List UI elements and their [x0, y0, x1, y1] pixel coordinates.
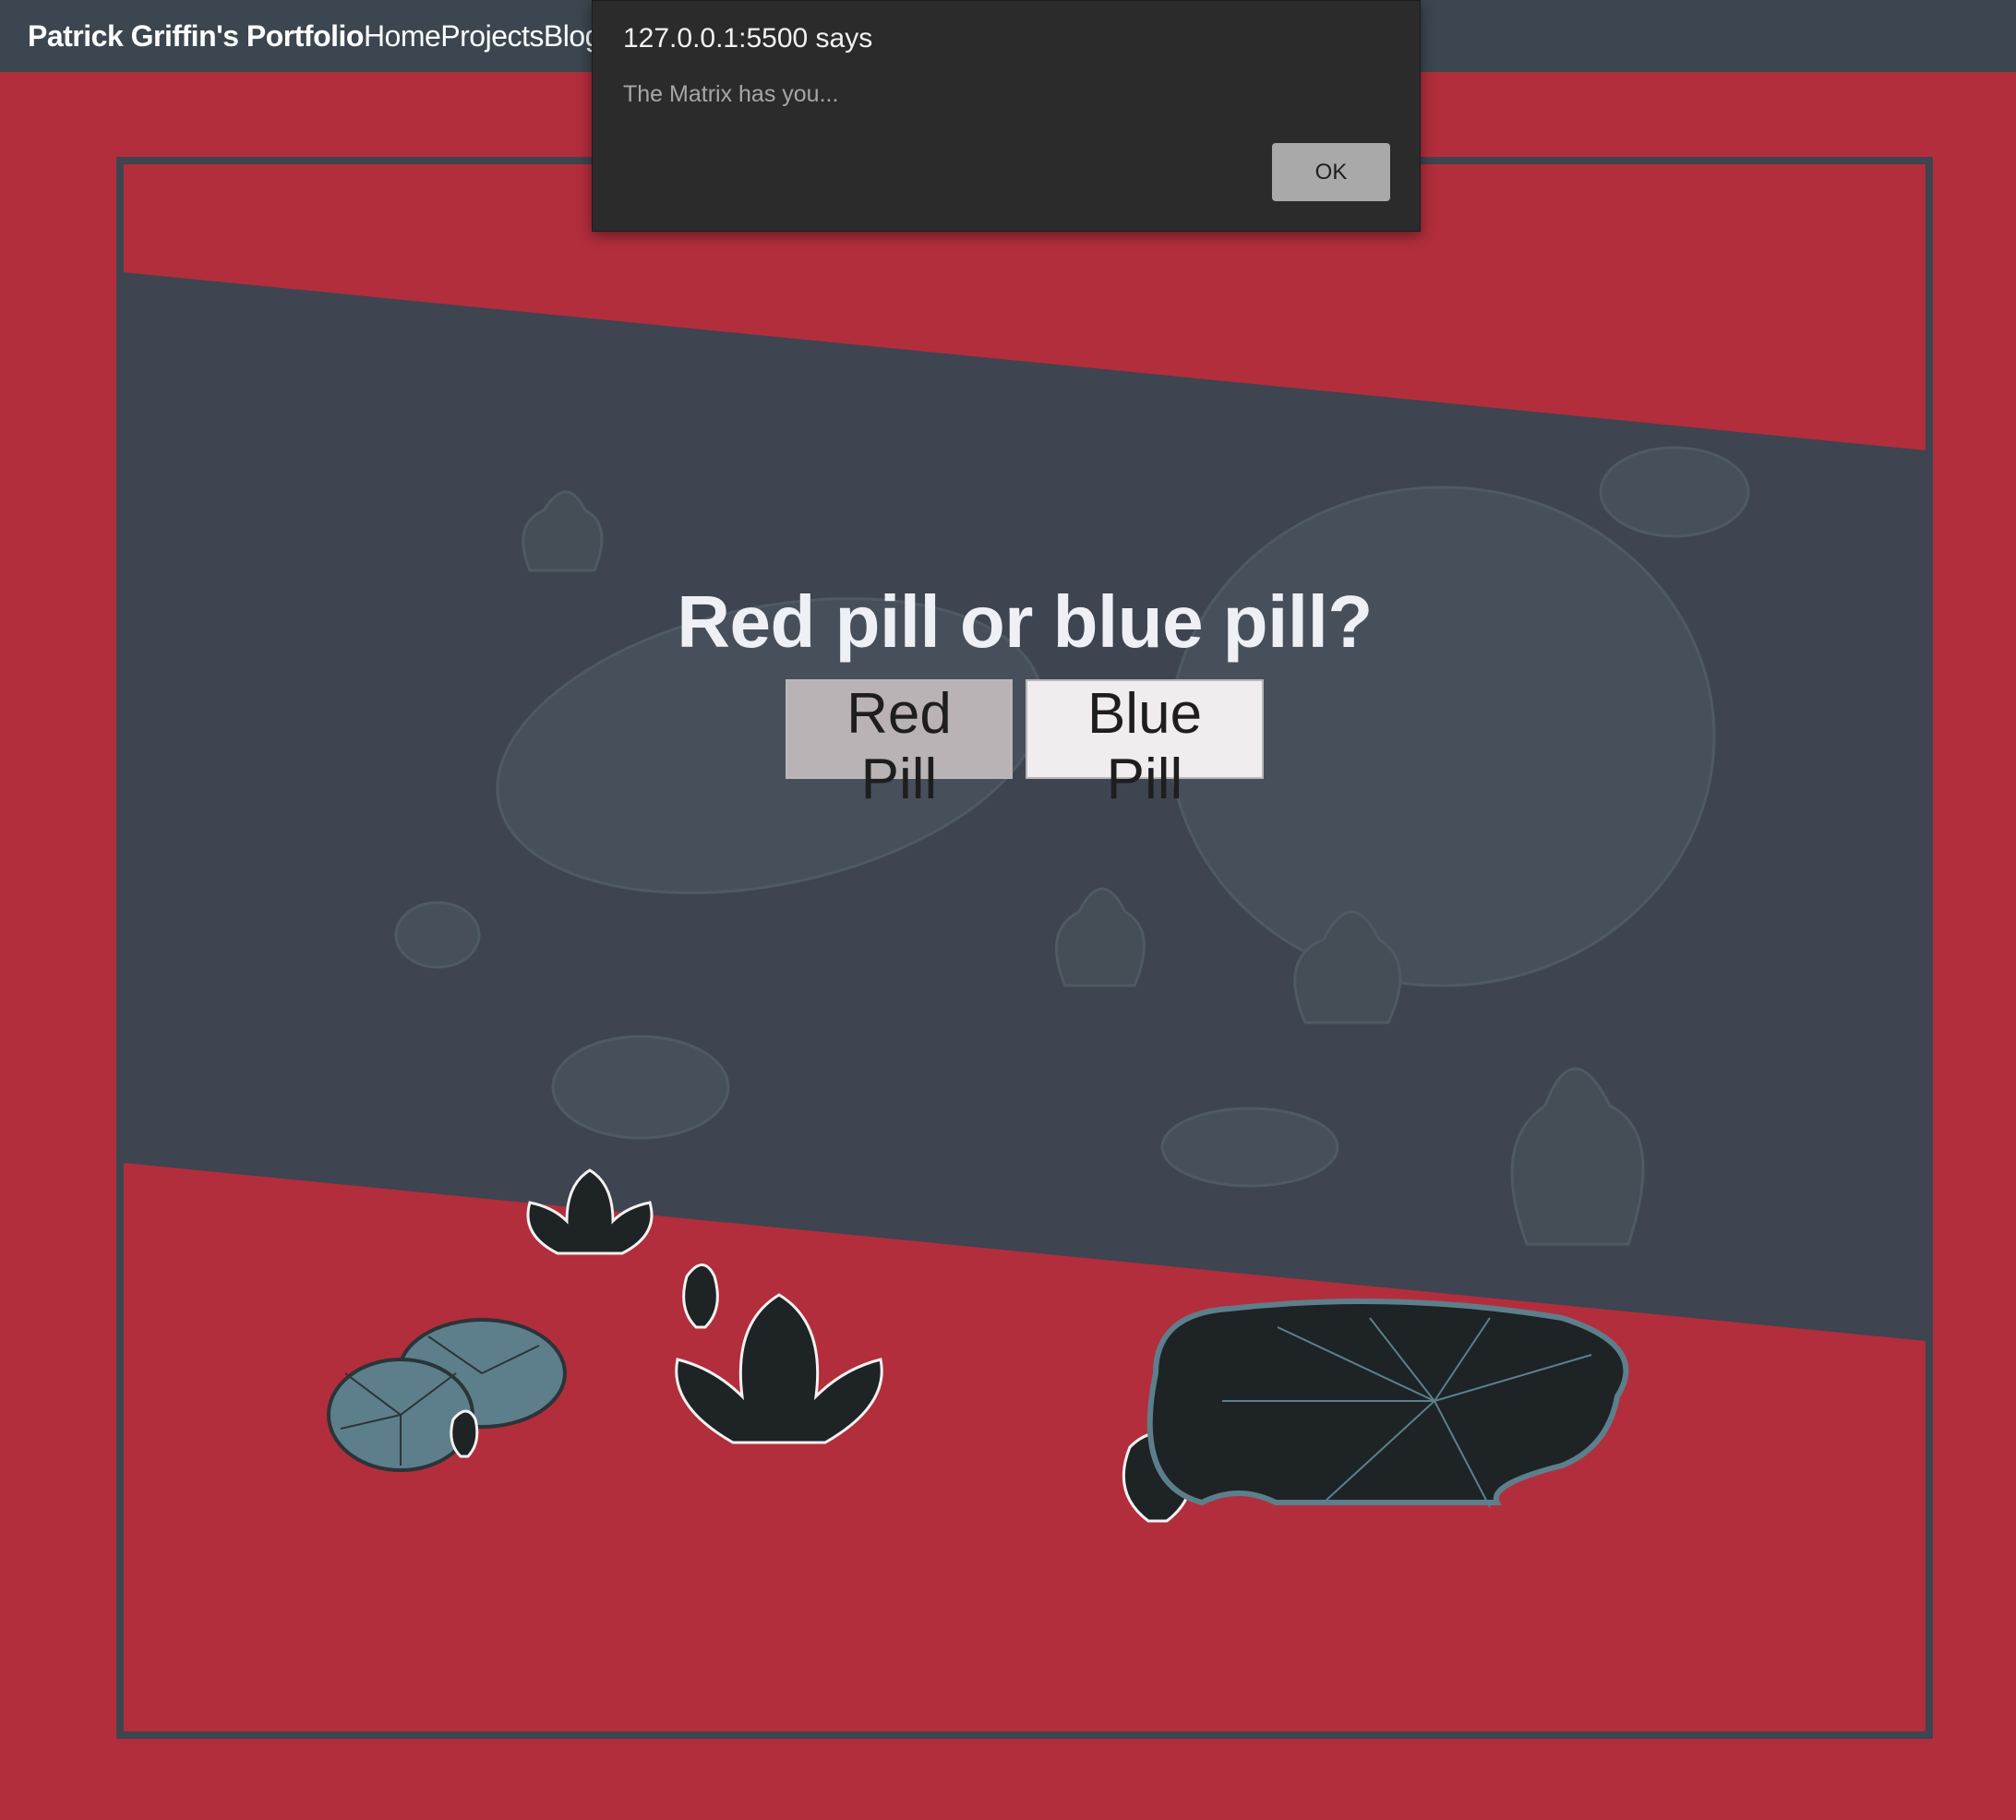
alert-dialog: 127.0.0.1:5500 says The Matrix has you..… — [592, 0, 1421, 232]
alert-ok-button[interactable]: OK — [1272, 143, 1390, 201]
large-lily-pad-icon — [1146, 1299, 1629, 1508]
lily-pad-icon — [327, 1318, 567, 1472]
hero-frame: Red pill or blue pill? Red Pill Blue Pil… — [116, 157, 1933, 1739]
hero-backdrop — [124, 272, 1926, 1523]
site-brand[interactable]: Patrick Griffin's Portfolio — [28, 19, 364, 54]
alert-origin: 127.0.0.1:5500 says — [623, 23, 873, 54]
alert-message: The Matrix has you... — [623, 81, 839, 107]
hero-title: Red pill or blue pill? — [677, 581, 1373, 663]
nav-link-projects[interactable]: Projects — [440, 19, 544, 54]
nav-link-home[interactable]: Home — [364, 19, 441, 54]
blue-pill-button[interactable]: Blue Pill — [1026, 679, 1264, 811]
pill-button-group: Red Pill Blue Pill — [124, 679, 1926, 811]
red-pill-button[interactable]: Red Pill — [786, 679, 1013, 811]
